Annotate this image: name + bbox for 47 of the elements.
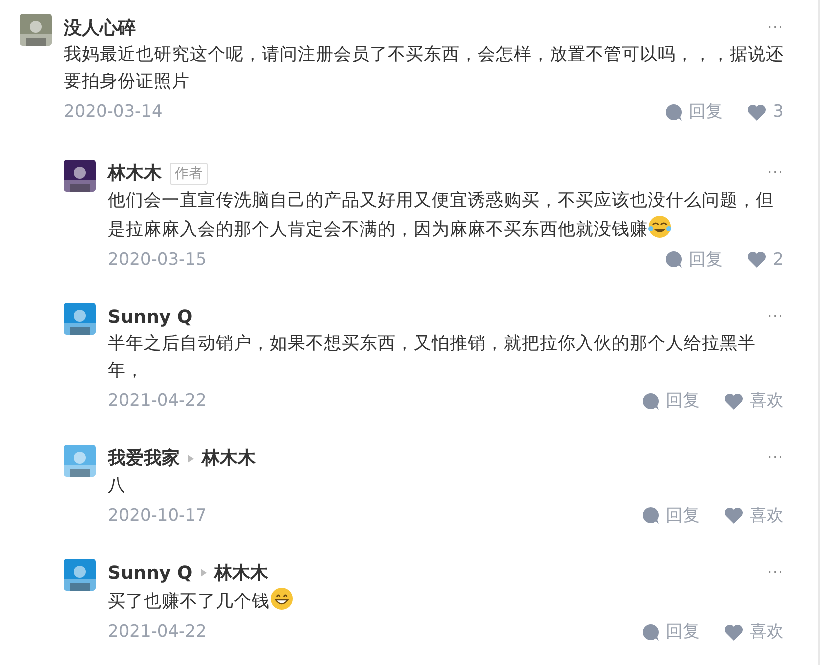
heart-icon (724, 507, 744, 526)
comment-text: 半年之后自动销户，如果不想买东西，又怕推销，就把拉你入伙的那个人给拉黑半年， (108, 333, 757, 383)
triangle-icon (188, 454, 194, 462)
comment-text: 买了也赚不了几个钱 (108, 587, 784, 616)
grinning-face-icon (270, 587, 294, 611)
username: 我爱我家 (108, 447, 180, 471)
heart-icon (724, 624, 744, 642)
more-button[interactable]: ··· (768, 562, 784, 584)
comment-date: 2021-04-22 (108, 621, 207, 644)
more-button[interactable]: ··· (768, 448, 784, 469)
more-button[interactable]: ··· (768, 18, 784, 38)
comment-icon (665, 251, 684, 270)
reply-button[interactable]: 回复 (642, 504, 700, 529)
more-button[interactable]: ··· (768, 163, 784, 184)
username: 林木木 (202, 447, 256, 471)
username: Sunny Q (108, 306, 193, 330)
heart-icon (724, 392, 744, 411)
like-button[interactable]: 喜欢 (724, 504, 784, 529)
like-button[interactable]: 2 (747, 248, 784, 273)
heart-icon (747, 251, 768, 270)
triangle-icon (200, 569, 207, 577)
reply-button[interactable]: 回复 (665, 248, 724, 273)
like-button[interactable]: 3 (747, 100, 784, 126)
crying-laughing-face-icon (648, 214, 672, 238)
comment-date: 2020-10-17 (108, 504, 207, 528)
username: 没人心碎 (64, 16, 136, 40)
comment-date: 2020-03-14 (64, 101, 163, 124)
comment-icon (642, 392, 660, 411)
comment-text: 他们会一直宣传洗脑自己的产品又好用又便宜诱惑购买，不买应该也没什么问题，但是拉麻麻入会的那个人肯定会不满的，因为麻麻不买东西他就没钱赚 (108, 190, 775, 242)
like-button[interactable]: 喜欢 (724, 620, 784, 646)
reply-button[interactable]: 回复 (665, 100, 724, 126)
username: Sunny Q (108, 562, 193, 586)
like-button[interactable]: 喜欢 (724, 389, 784, 414)
comment-text: 八 (108, 474, 127, 498)
author-tag: 作者 (170, 162, 208, 184)
more-button[interactable]: ··· (768, 306, 784, 328)
comment-icon (642, 624, 660, 642)
reply-button[interactable]: 回复 (642, 620, 700, 646)
heart-icon (747, 104, 768, 122)
reply-button[interactable]: 回复 (642, 389, 700, 414)
username: 林木木 (108, 162, 162, 186)
comment-icon (665, 104, 684, 122)
comment-icon (642, 507, 660, 526)
comment-text: 我妈最近也研究这个呢，请问注册会员了不买东西，会怎样，放置不管可以吗，，，据说还要拍身份证照片 (64, 44, 784, 94)
username: 林木木 (214, 562, 269, 586)
comment-date: 2020-03-15 (108, 248, 207, 272)
comment-date: 2021-04-22 (108, 390, 207, 413)
